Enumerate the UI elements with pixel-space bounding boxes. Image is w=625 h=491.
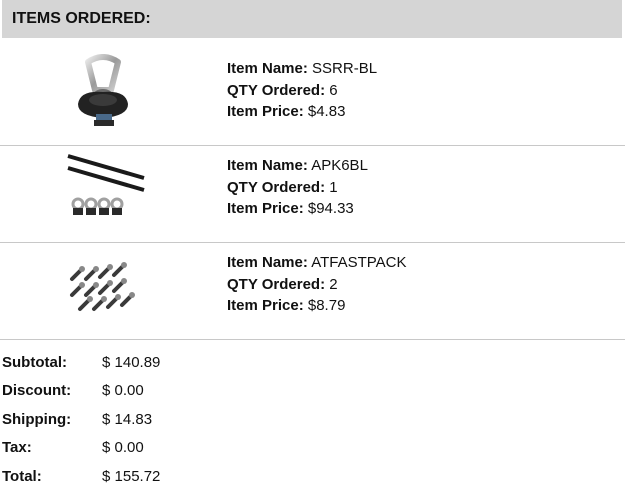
price-label: Item Price: <box>227 297 304 314</box>
discount-row: Discount: $ 0.00 <box>2 377 302 405</box>
discount-value: $ 0.00 <box>102 382 144 400</box>
items-ordered-header: ITEMS ORDERED: <box>2 0 622 38</box>
order-item-row: Item Name: SSRR-BL QTY Ordered: 6 Item P… <box>0 38 625 146</box>
item-details: Item Name: SSRR-BL QTY Ordered: 6 Item P… <box>227 58 377 123</box>
order-item-row: Item Name: APK6BL QTY Ordered: 1 Item Pr… <box>0 145 625 243</box>
tax-label: Tax: <box>2 439 32 457</box>
shipping-row: Shipping: $ 14.83 <box>2 406 302 434</box>
subtotal-label: Subtotal: <box>2 354 67 371</box>
item-name-value: APK6BL <box>311 157 368 174</box>
price-value: $8.79 <box>307 297 346 314</box>
item-name-label: Item Name: <box>227 60 308 77</box>
qty-label: QTY Ordered: <box>227 275 326 293</box>
price-label: Item Price: <box>227 200 304 217</box>
qty-label: QTY Ordered: <box>227 81 326 99</box>
tax-row: Tax: $ 0.00 <box>2 434 302 462</box>
price-label: Item Price: <box>227 103 304 120</box>
subtotal-row: Subtotal: $ 140.89 <box>2 349 302 377</box>
track-kit-icon <box>58 152 148 236</box>
item-name-value: ATFASTPACK <box>311 254 407 271</box>
price-value: $94.33 <box>307 200 354 217</box>
tax-value: $ 0.00 <box>102 439 144 457</box>
item-details: Item Name: ATFASTPACK QTY Ordered: 2 Ite… <box>227 252 407 317</box>
ring-anchor-icon <box>58 54 148 138</box>
qty-value: 6 <box>329 81 338 99</box>
order-item-row: Item Name: ATFASTPACK QTY Ordered: 2 Ite… <box>0 242 625 340</box>
qty-label: QTY Ordered: <box>227 178 326 196</box>
order-totals: Subtotal: $ 140.89 Discount: $ 0.00 Ship… <box>2 349 302 491</box>
total-label: Total: <box>2 467 42 485</box>
subtotal-value: $ 140.89 <box>102 354 161 371</box>
item-name-label: Item Name: <box>227 254 308 271</box>
discount-label: Discount: <box>2 382 72 400</box>
bolt-pack-icon <box>58 249 148 333</box>
item-name-label: Item Name: <box>227 157 308 174</box>
total-row: Total: $ 155.72 <box>2 463 302 491</box>
shipping-value: $ 14.83 <box>102 410 153 428</box>
qty-value: 2 <box>329 275 338 293</box>
price-value: $4.83 <box>307 103 346 120</box>
qty-value: 1 <box>329 178 338 196</box>
item-details: Item Name: APK6BL QTY Ordered: 1 Item Pr… <box>227 155 368 220</box>
shipping-label: Shipping: <box>2 410 72 428</box>
item-name-value: SSRR-BL <box>312 60 378 77</box>
total-value: $ 155.72 <box>102 467 161 485</box>
